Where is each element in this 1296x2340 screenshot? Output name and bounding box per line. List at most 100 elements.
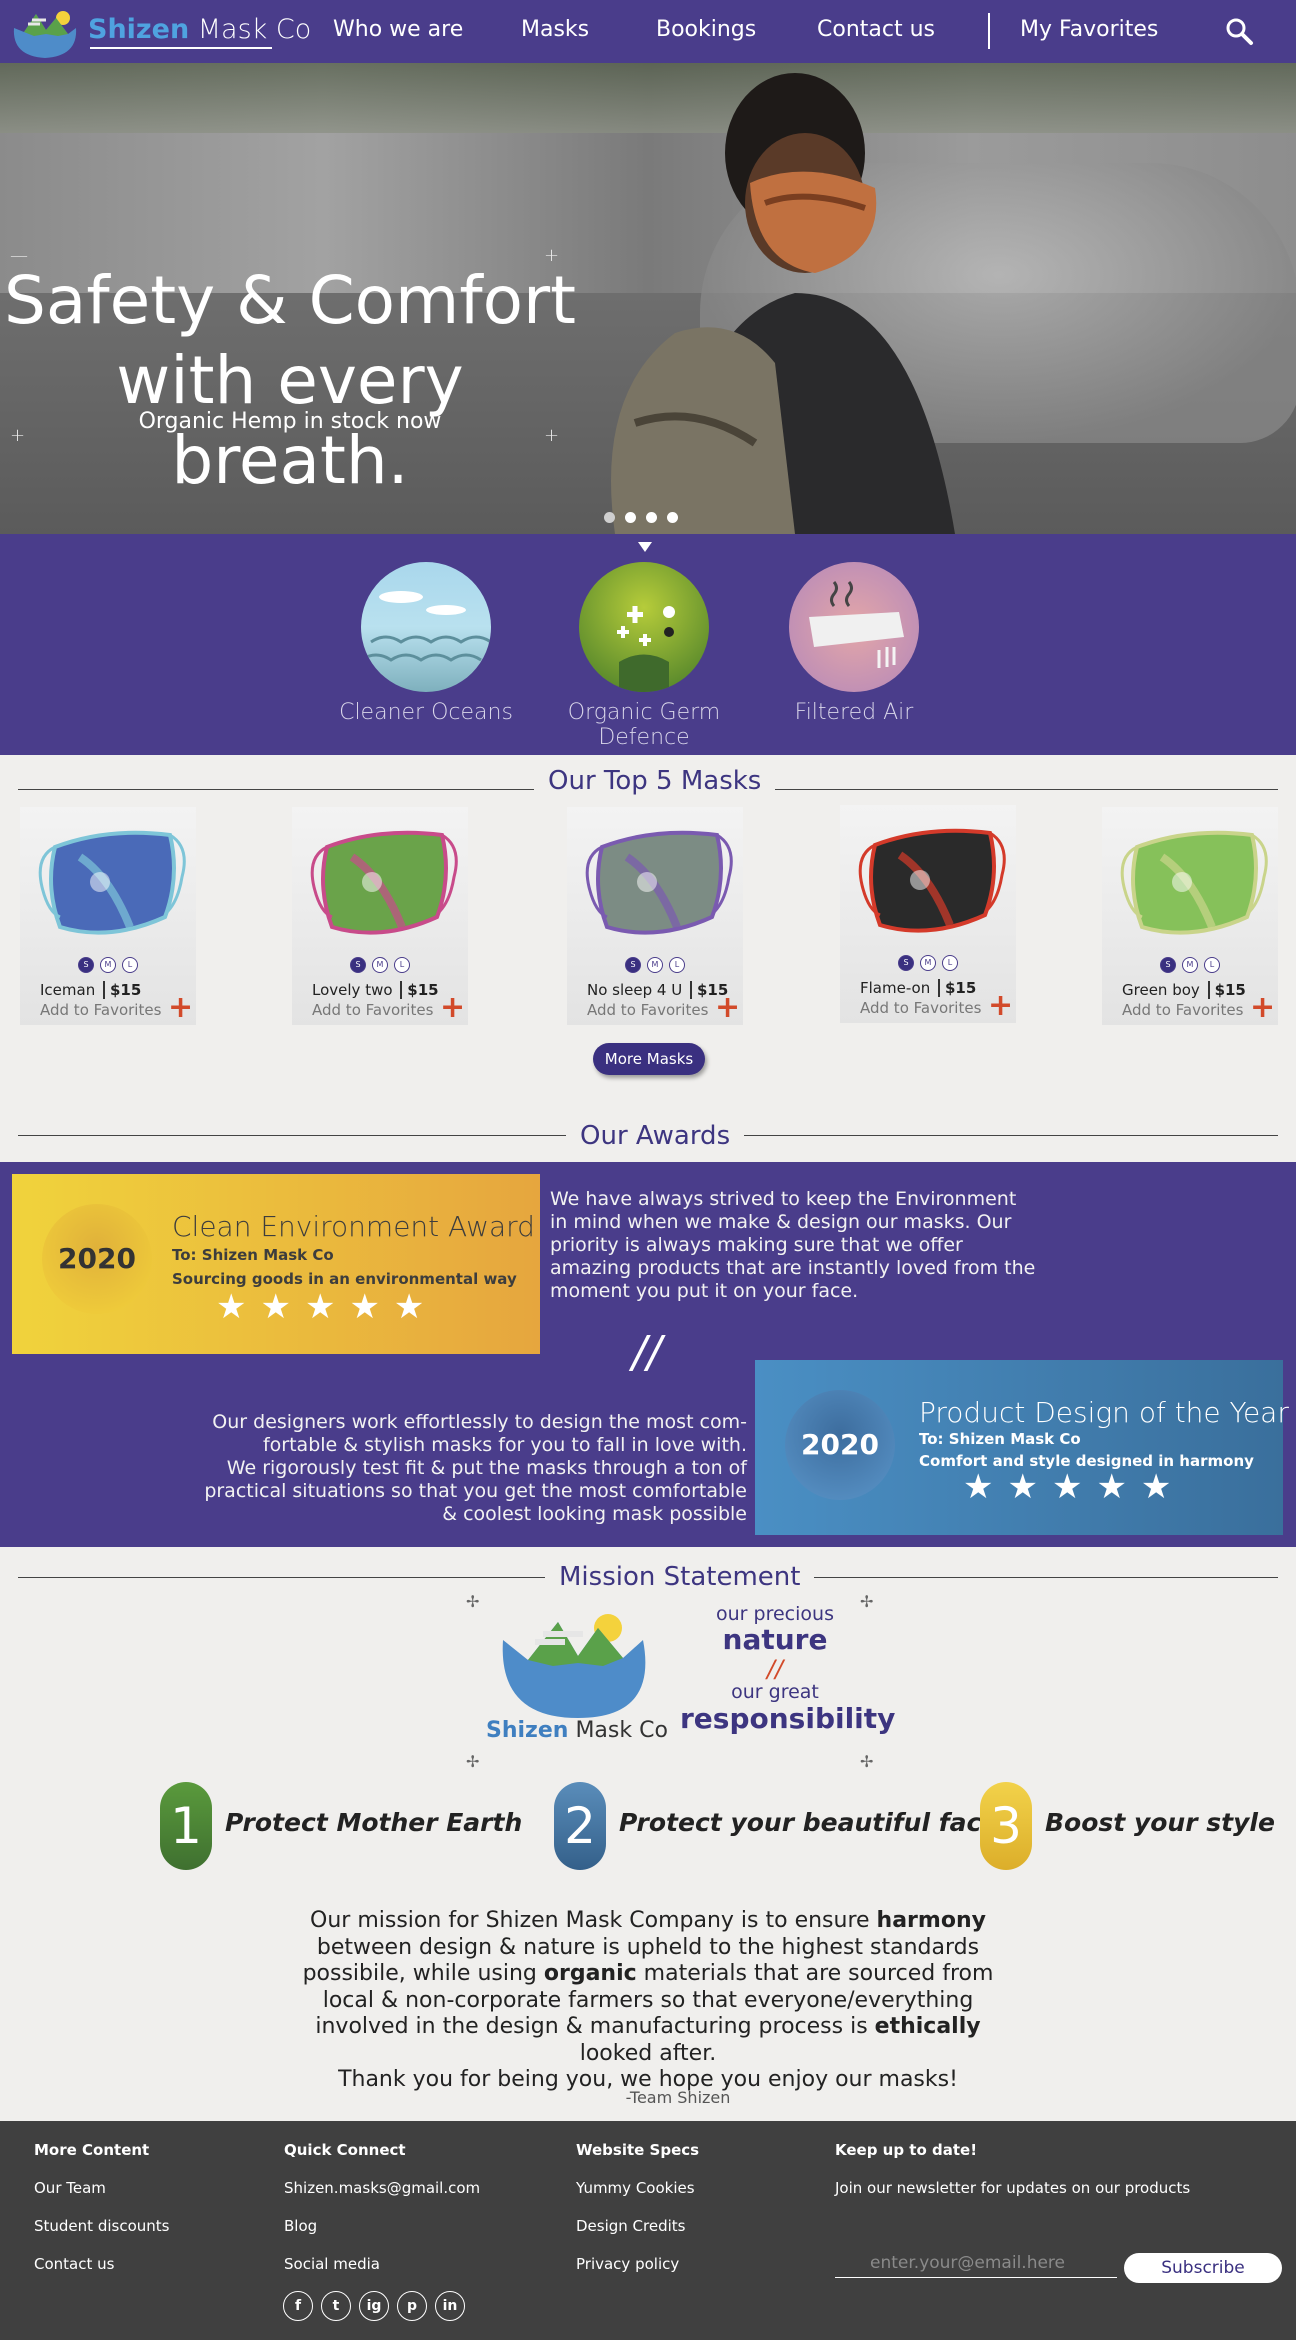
- size-option[interactable]: M: [372, 957, 388, 973]
- mask-card[interactable]: S M L Green boy $15 Add to Favorites +: [1102, 807, 1278, 1025]
- decor-cross: +: [10, 425, 26, 446]
- feature-filtered-air[interactable]: Filtered Air: [764, 562, 944, 725]
- add-to-favorites-link[interactable]: Add to Favorites: [860, 999, 981, 1017]
- feature-label: Organic Germ Defence: [567, 700, 721, 750]
- mask-name: Iceman $15: [40, 981, 142, 999]
- footer-link-contact-us[interactable]: Contact us: [34, 2255, 169, 2273]
- step-number-badge: 3: [980, 1782, 1032, 1870]
- carousel-dot[interactable]: [667, 512, 678, 523]
- nav-link-who-we-are[interactable]: Who we are: [333, 17, 463, 42]
- carousel-pointer: [638, 542, 652, 552]
- size-option[interactable]: S: [78, 957, 94, 973]
- footer-heading: More Content: [34, 2141, 150, 2159]
- award-year-badge: 2020: [42, 1204, 152, 1314]
- section-title-top-masks: Our Top 5 Masks: [534, 766, 776, 796]
- feature-cleaner-oceans[interactable]: Cleaner Oceans: [336, 562, 516, 725]
- award-stars: ★★★★★: [963, 1467, 1186, 1507]
- carousel-dot[interactable]: [625, 512, 636, 523]
- footer-link-design-credits[interactable]: Design Credits: [576, 2217, 699, 2235]
- newsletter-email-input[interactable]: [835, 2248, 1117, 2278]
- feature-organic-germ-defence[interactable]: Organic Germ Defence: [554, 562, 734, 750]
- step-label: Protect Mother Earth: [225, 1808, 523, 1837]
- footer-link-our-team[interactable]: Our Team: [34, 2179, 169, 2197]
- nav-link-bookings[interactable]: Bookings: [656, 17, 756, 42]
- hero-person-image: [611, 73, 955, 534]
- mask-card[interactable]: S M L No sleep 4 U $15 Add to Favorites +: [567, 807, 743, 1025]
- search-icon[interactable]: [1224, 16, 1254, 46]
- mask-card[interactable]: S M L Lovely two $15 Add to Favorites +: [292, 807, 468, 1025]
- size-option[interactable]: S: [350, 957, 366, 973]
- nav-divider: [988, 13, 990, 49]
- carousel-dot[interactable]: [646, 512, 657, 523]
- add-icon[interactable]: +: [1250, 993, 1275, 1023]
- decor-cross: ✢: [466, 1592, 480, 1611]
- newsletter-text: Join our newsletter for updates on our p…: [835, 2179, 1191, 2197]
- pinterest-icon[interactable]: p: [397, 2291, 427, 2321]
- size-option[interactable]: S: [1160, 957, 1176, 973]
- footer-link-cookies[interactable]: Yummy Cookies: [576, 2179, 699, 2197]
- size-selector: SML: [840, 955, 1016, 971]
- mask-card[interactable]: S M L Iceman $15 Add to Favorites +: [20, 807, 196, 1025]
- top-nav: Shizen Mask Co Who we are Masks Bookings…: [0, 0, 1296, 63]
- nav-link-masks[interactable]: Masks: [521, 17, 589, 42]
- twitter-icon[interactable]: t: [321, 2291, 351, 2321]
- carousel-dot[interactable]: [604, 512, 615, 523]
- size-option[interactable]: L: [1204, 957, 1220, 973]
- size-option[interactable]: S: [898, 955, 914, 971]
- add-to-favorites-link[interactable]: Add to Favorites: [40, 1001, 161, 1019]
- mask-card[interactable]: S M L Flame-on $15 Add to Favorites +: [840, 805, 1016, 1023]
- add-to-favorites-link[interactable]: Add to Favorites: [312, 1001, 433, 1019]
- footer-heading: Quick Connect: [284, 2141, 406, 2159]
- add-icon[interactable]: +: [715, 993, 740, 1023]
- feature-label: Filtered Air: [794, 700, 914, 725]
- hero-carousel: Safety & Comfort with every breath. Orga…: [0, 63, 1296, 534]
- awards-text-environment: We have always strived to keep the Envir…: [550, 1188, 1036, 1302]
- more-masks-button[interactable]: More Masks: [593, 1043, 705, 1075]
- size-option[interactable]: L: [394, 957, 410, 973]
- footer-link-student-discounts[interactable]: Student discounts: [34, 2217, 169, 2235]
- footer-col-newsletter: Keep up to date! Join our newsletter for…: [835, 2141, 1190, 2217]
- instagram-icon[interactable]: ig: [359, 2291, 389, 2321]
- footer-heading: Website Specs: [576, 2141, 700, 2159]
- size-option[interactable]: L: [122, 957, 138, 973]
- mission-signature: -Team Shizen: [625, 2088, 731, 2107]
- size-option[interactable]: S: [625, 957, 641, 973]
- mask-image: [310, 830, 458, 935]
- add-to-favorites-link[interactable]: Add to Favorites: [1122, 1001, 1243, 1019]
- add-icon[interactable]: +: [440, 993, 465, 1023]
- mask-image: [585, 830, 733, 935]
- size-option[interactable]: M: [647, 957, 663, 973]
- mask-price: $15: [937, 979, 977, 997]
- footer-link-blog[interactable]: Blog: [284, 2217, 480, 2235]
- linkedin-icon[interactable]: in: [435, 2291, 465, 2321]
- award-card-product-design: 2020 Product Design of the Year To: Shiz…: [755, 1360, 1289, 1535]
- footer-col-website-specs: Website Specs Yummy Cookies Design Credi…: [576, 2141, 699, 2293]
- footer-link-email[interactable]: Shizen.masks@gmail.com: [284, 2179, 480, 2197]
- ocean-icon: [361, 562, 491, 692]
- add-icon[interactable]: +: [168, 993, 193, 1023]
- nav-link-contact-us[interactable]: Contact us: [817, 17, 935, 42]
- size-selector: SML: [292, 957, 468, 973]
- mission-paragraph: Our mission for Shizen Mask Company is t…: [302, 1908, 994, 2092]
- brand-name[interactable]: Shizen Mask Co: [88, 14, 311, 45]
- footer-heading: Keep up to date!: [835, 2141, 978, 2159]
- footer-link-social-media[interactable]: Social media: [284, 2255, 480, 2273]
- size-option[interactable]: M: [1182, 957, 1198, 973]
- size-option[interactable]: M: [100, 957, 116, 973]
- size-option[interactable]: L: [669, 957, 685, 973]
- award-title: Clean Environment Award: [172, 1210, 535, 1243]
- size-option[interactable]: L: [942, 955, 958, 971]
- facebook-icon[interactable]: f: [283, 2291, 313, 2321]
- add-icon[interactable]: +: [988, 991, 1013, 1021]
- subscribe-button[interactable]: Subscribe: [1124, 2253, 1282, 2283]
- logo-icon[interactable]: [8, 6, 82, 60]
- section-title-mission: Mission Statement: [545, 1562, 815, 1592]
- decor-cross: +: [544, 245, 560, 266]
- award-subtitle: Sourcing goods in an environmental way: [172, 1270, 517, 1288]
- footer-link-privacy-policy[interactable]: Privacy policy: [576, 2255, 699, 2273]
- size-option[interactable]: M: [920, 955, 936, 971]
- add-to-favorites-link[interactable]: Add to Favorites: [587, 1001, 708, 1019]
- mask-name: No sleep 4 U $15: [587, 981, 729, 999]
- nav-link-my-favorites[interactable]: My Favorites: [1020, 17, 1158, 42]
- award-card-clean-environment: 2020 Clean Environment Award To: Shizen …: [12, 1174, 540, 1354]
